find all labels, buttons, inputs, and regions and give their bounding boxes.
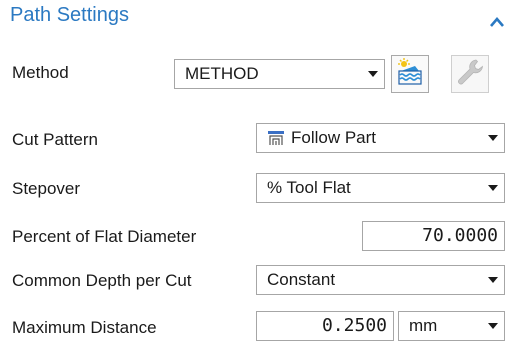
chevron-up-icon[interactable]	[490, 14, 504, 27]
wrench-button[interactable]	[451, 55, 489, 93]
chevron-down-icon	[482, 185, 504, 191]
cut-pattern-value: Follow Part	[291, 128, 377, 147]
method-dropdown[interactable]: METHOD	[174, 59, 385, 89]
stepover-label: Stepover	[12, 179, 81, 198]
depth-per-cut-value: Constant	[267, 270, 336, 289]
depth-per-cut-label: Common Depth per Cut	[12, 271, 192, 290]
max-distance-unit-value: mm	[409, 316, 438, 335]
percent-flat-diameter-input[interactable]: 70.0000	[362, 221, 505, 251]
max-distance-label: Maximum Distance	[12, 318, 157, 337]
stepover-dropdown[interactable]: % Tool Flat	[256, 173, 505, 203]
chevron-down-icon	[482, 277, 504, 283]
chevron-down-icon	[482, 135, 504, 141]
stepover-value: % Tool Flat	[267, 178, 351, 197]
max-distance-input[interactable]: 0.2500	[256, 311, 394, 341]
chevron-down-icon	[362, 71, 384, 77]
follow-part-pattern-icon	[267, 130, 285, 146]
chevron-down-icon	[482, 323, 504, 329]
method-edit-icon	[395, 57, 425, 92]
max-distance-unit-dropdown[interactable]: mm	[398, 311, 505, 341]
cut-pattern-dropdown[interactable]: Follow Part	[256, 123, 505, 153]
section-title: Path Settings	[10, 4, 129, 26]
method-label: Method	[12, 63, 69, 82]
depth-per-cut-dropdown[interactable]: Constant	[256, 265, 505, 295]
percent-flat-diameter-label: Percent of Flat Diameter	[12, 227, 197, 246]
edit-method-button[interactable]	[391, 55, 429, 93]
method-dropdown-value: METHOD	[185, 64, 259, 83]
wrench-icon	[455, 57, 485, 92]
cut-pattern-label: Cut Pattern	[12, 130, 98, 149]
